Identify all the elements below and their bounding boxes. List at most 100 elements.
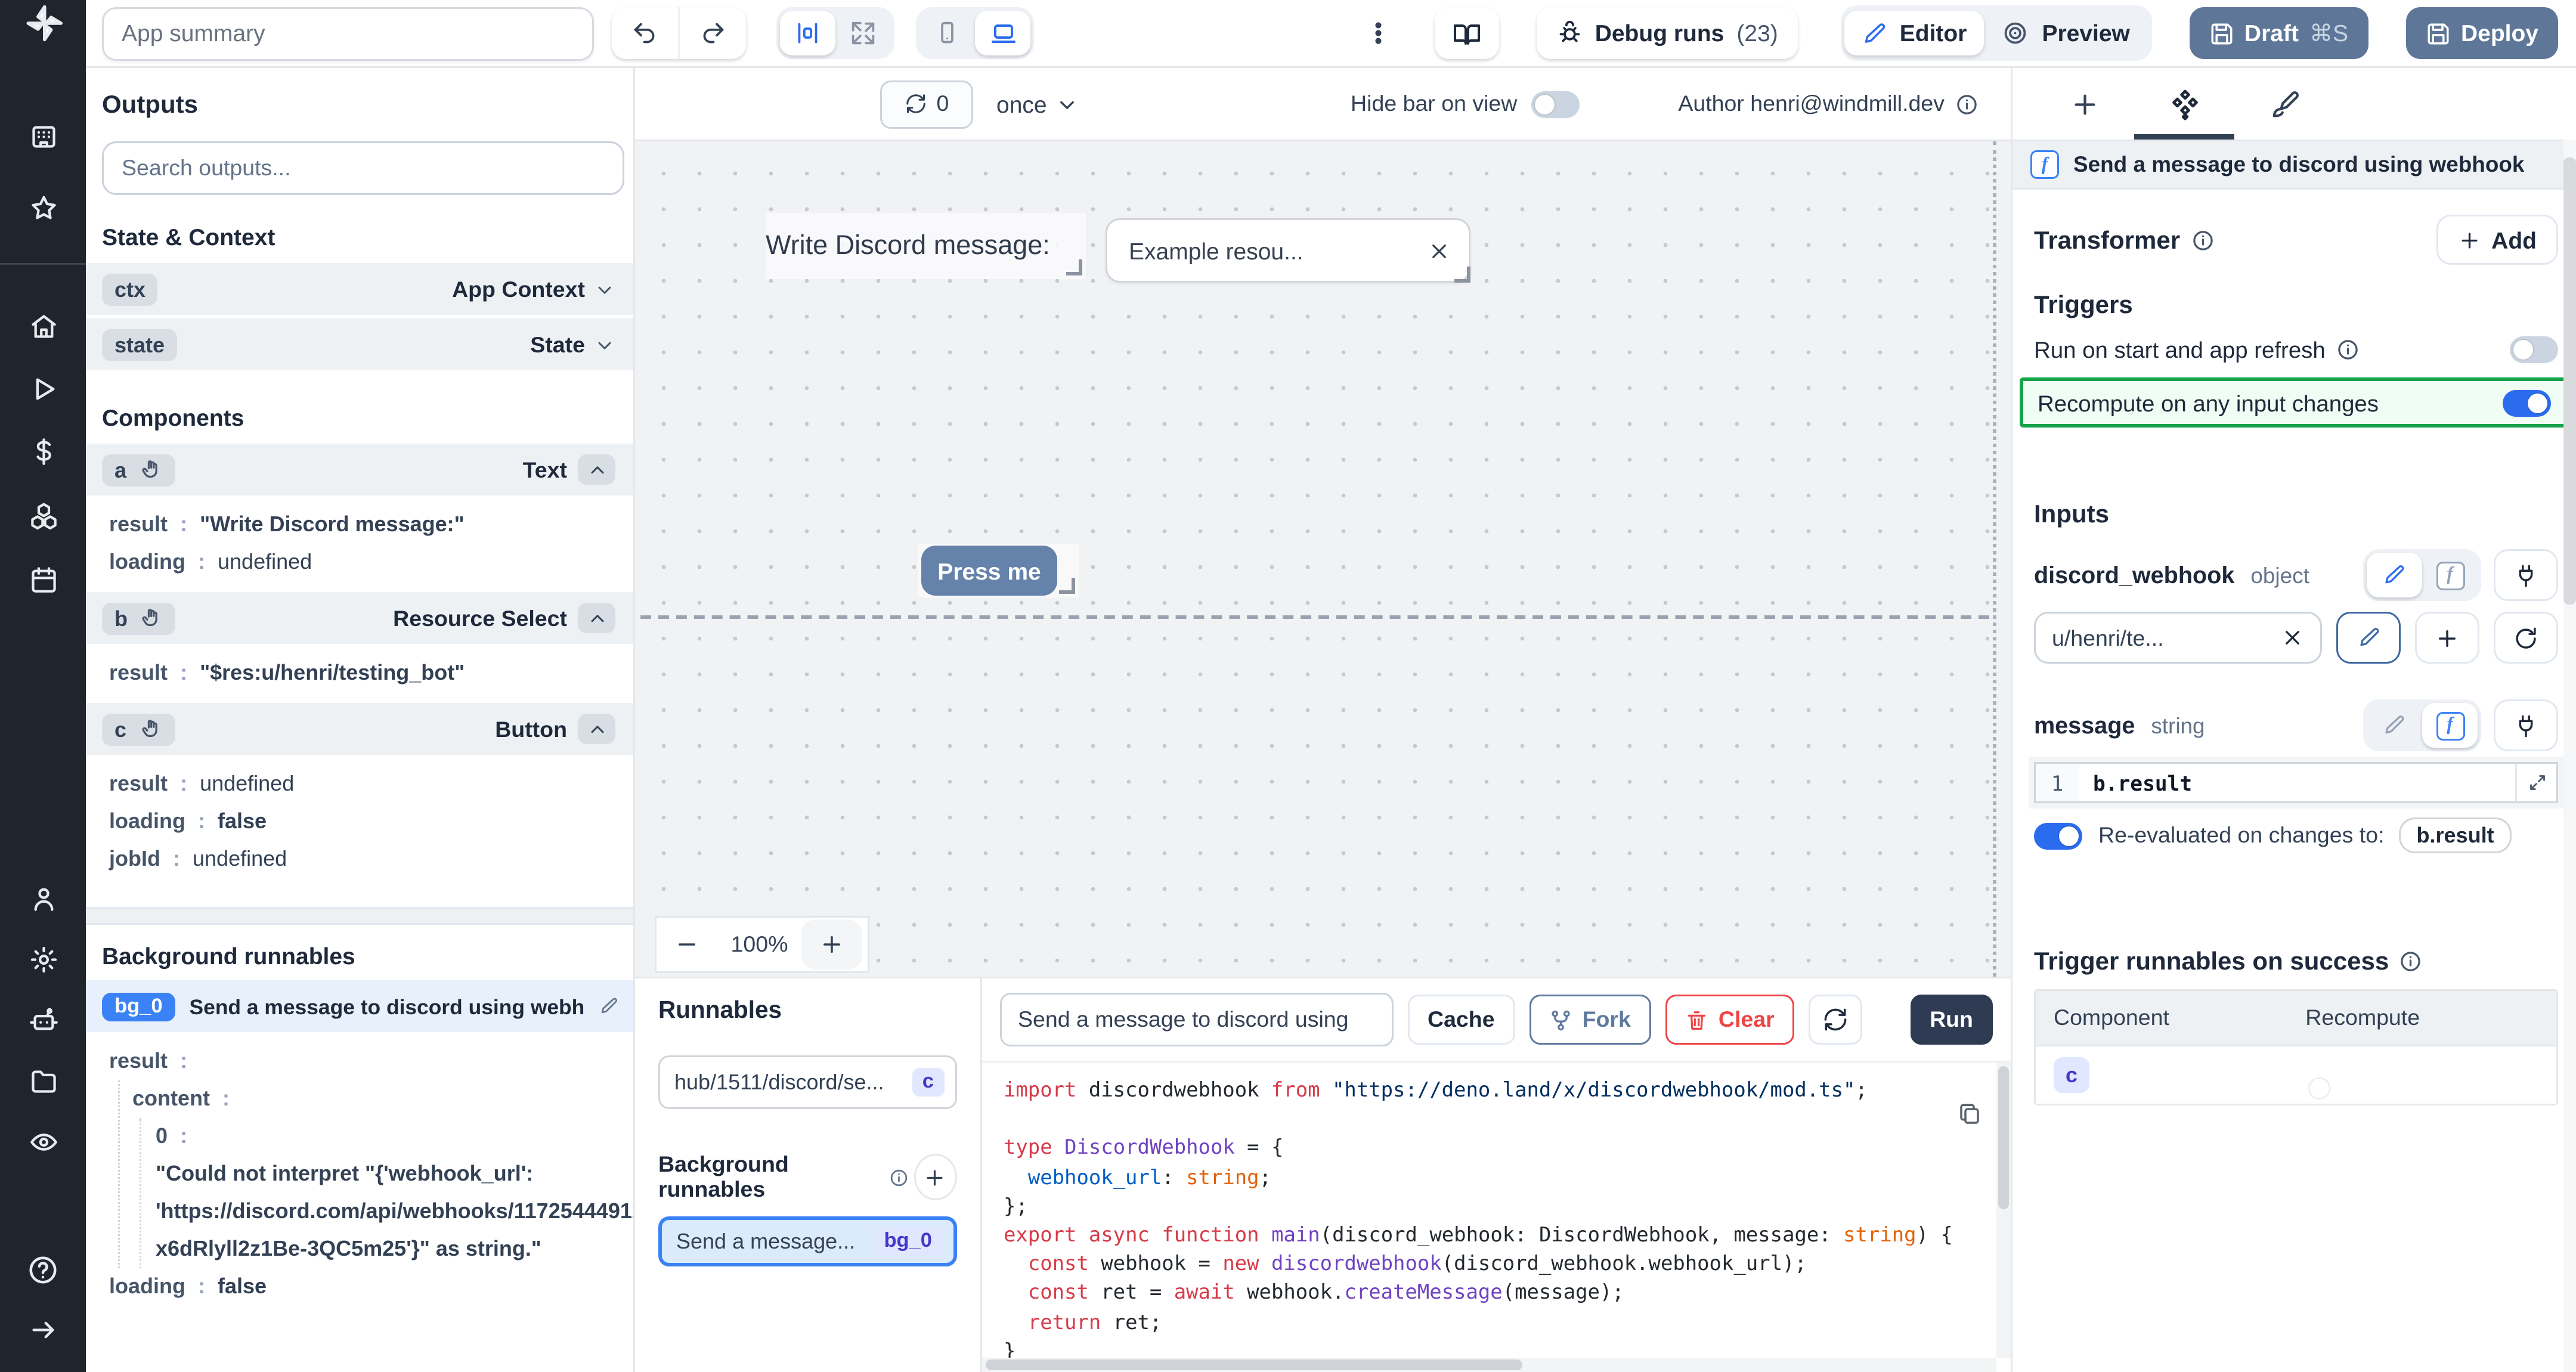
resize-handle[interactable] xyxy=(1454,267,1470,283)
recompute-toggle[interactable] xyxy=(2503,389,2551,416)
resources-cubes-icon[interactable] xyxy=(0,499,86,531)
component-a-header[interactable]: a Text xyxy=(86,444,633,495)
apps-icon[interactable] xyxy=(0,120,86,152)
edit-pencil-icon[interactable] xyxy=(599,996,619,1016)
folders-icon[interactable] xyxy=(0,1064,86,1097)
mobile-view-button[interactable] xyxy=(919,11,975,55)
expand-editor-button[interactable] xyxy=(2515,764,2556,801)
resize-handle[interactable] xyxy=(1066,259,1082,275)
cache-button[interactable]: Cache xyxy=(1408,995,1515,1045)
refresh-code-button[interactable] xyxy=(1809,995,1862,1045)
settings-gear-icon[interactable] xyxy=(0,943,86,975)
clear-x-icon[interactable] xyxy=(1428,239,1451,262)
help-question-icon[interactable] xyxy=(0,1254,86,1286)
reeval-toggle[interactable] xyxy=(2034,822,2082,849)
tab-component-settings[interactable] xyxy=(2134,68,2234,140)
canvas-resource-select[interactable]: Example resou... xyxy=(1106,218,1470,283)
tab-editor[interactable]: Editor xyxy=(1844,11,1985,55)
code-editor[interactable]: import discordwebhook from "https://deno… xyxy=(982,1061,2011,1372)
drag-hand-icon[interactable] xyxy=(139,458,162,481)
press-me-button[interactable]: Press me xyxy=(921,546,1057,596)
runs-play-icon[interactable] xyxy=(0,372,86,404)
home-icon[interactable] xyxy=(0,309,86,342)
edit-resource-button[interactable] xyxy=(2336,612,2401,664)
tab-styling[interactable] xyxy=(2234,68,2334,140)
collapse-chevron-up-icon[interactable] xyxy=(578,714,615,744)
redo-icon xyxy=(699,20,726,47)
expand-rail-arrow-icon[interactable] xyxy=(0,1313,86,1345)
resize-handle[interactable] xyxy=(1059,578,1075,594)
code-horizontal-scrollbar[interactable] xyxy=(982,1358,1996,1372)
ctx-label: App Context xyxy=(452,277,585,302)
zoom-in-button[interactable] xyxy=(801,919,862,970)
collapse-chevron-up-icon[interactable] xyxy=(578,603,615,633)
windmill-logo-icon[interactable] xyxy=(0,7,86,39)
refresh-count-button[interactable]: 0 xyxy=(880,80,973,128)
chevron-down-icon[interactable] xyxy=(594,278,615,300)
message-expression-editor[interactable]: 1 b.result xyxy=(2034,762,2558,803)
component-b-header[interactable]: b Resource Select xyxy=(86,592,633,644)
add-transformer-button[interactable]: Add xyxy=(2436,215,2558,265)
drag-hand-icon[interactable] xyxy=(140,606,163,630)
search-outputs-input[interactable] xyxy=(102,141,624,195)
eval-mode-button[interactable]: f xyxy=(2422,553,2478,597)
resource-picker[interactable]: u/henri/te... xyxy=(2034,612,2322,664)
eval-mode-button[interactable]: f xyxy=(2422,703,2478,748)
state-row[interactable]: state State xyxy=(86,318,633,370)
bg-runnable-item-selected[interactable]: Send a message... bg_0 xyxy=(658,1216,957,1266)
run-on-start-toggle[interactable] xyxy=(2510,336,2558,363)
connect-plug-button[interactable] xyxy=(2494,699,2558,751)
clear-button[interactable]: Clear xyxy=(1665,995,1794,1045)
audit-eye-icon[interactable] xyxy=(0,1125,86,1157)
fullscreen-layout-button[interactable] xyxy=(835,11,891,55)
variables-dollar-icon[interactable] xyxy=(0,435,86,467)
hide-bar-toggle[interactable] xyxy=(1531,91,1580,117)
debug-runs-button[interactable]: Debug runs (23) xyxy=(1536,7,1798,59)
workers-robot-icon[interactable] xyxy=(0,1004,86,1036)
draft-button[interactable]: Draft ⌘S xyxy=(2189,7,2368,59)
deploy-button[interactable]: Deploy xyxy=(2405,7,2558,59)
kebab-menu-icon[interactable] xyxy=(1364,20,1391,47)
connect-plug-button[interactable] xyxy=(2494,549,2558,601)
add-bg-runnable-button[interactable] xyxy=(914,1154,957,1200)
tab-insert-component[interactable] xyxy=(2034,68,2134,140)
info-icon[interactable] xyxy=(2336,338,2360,361)
static-mode-button[interactable] xyxy=(2367,703,2422,748)
right-panel-scrollbar[interactable] xyxy=(2563,140,2576,1372)
drag-hand-icon[interactable] xyxy=(139,717,162,741)
add-resource-button[interactable] xyxy=(2415,612,2479,664)
bg0-row[interactable]: bg_0 Send a message to discord using web… xyxy=(86,980,633,1032)
run-button[interactable]: Run xyxy=(1910,995,1993,1045)
reeval-dependency-pill[interactable]: b.result xyxy=(2399,817,2512,853)
centered-layout-button[interactable] xyxy=(780,11,835,55)
schedule-dropdown[interactable]: once xyxy=(996,91,1079,117)
canvas-text-component[interactable]: Write Discord message: xyxy=(766,213,1086,279)
panel-resizer[interactable] xyxy=(86,907,633,925)
code-vertical-scrollbar[interactable] xyxy=(1996,1063,2011,1358)
undo-button[interactable] xyxy=(612,7,678,59)
users-person-icon[interactable] xyxy=(0,882,86,914)
chevron-down-icon[interactable] xyxy=(594,334,615,355)
copy-code-icon[interactable] xyxy=(1957,1102,1982,1127)
ctx-row[interactable]: ctx App Context xyxy=(86,263,633,315)
app-summary-input[interactable] xyxy=(102,7,594,60)
script-name-input[interactable] xyxy=(1000,993,1394,1046)
refresh-resource-button[interactable] xyxy=(2494,612,2558,664)
app-canvas[interactable]: Write Discord message: Example resou... … xyxy=(635,141,2011,977)
favorites-star-icon[interactable] xyxy=(0,191,86,224)
desktop-view-button[interactable] xyxy=(975,11,1030,55)
info-icon[interactable] xyxy=(2399,949,2423,973)
component-c-header[interactable]: c Button xyxy=(86,703,633,755)
docs-book-button[interactable] xyxy=(1434,7,1498,59)
schedules-calendar-icon[interactable] xyxy=(0,563,86,596)
collapse-chevron-up-icon[interactable] xyxy=(578,454,615,485)
zoom-out-button[interactable] xyxy=(657,919,717,970)
clear-x-icon[interactable] xyxy=(2281,626,2304,649)
info-icon[interactable] xyxy=(1955,92,1979,116)
tab-preview[interactable]: Preview xyxy=(1984,11,2147,55)
redo-button[interactable] xyxy=(678,7,746,59)
runnable-item[interactable]: hub/1511/discord/se... c xyxy=(658,1055,957,1109)
fork-button[interactable]: Fork xyxy=(1529,995,1651,1045)
info-icon[interactable] xyxy=(2191,228,2214,252)
static-mode-button[interactable] xyxy=(2367,553,2422,597)
